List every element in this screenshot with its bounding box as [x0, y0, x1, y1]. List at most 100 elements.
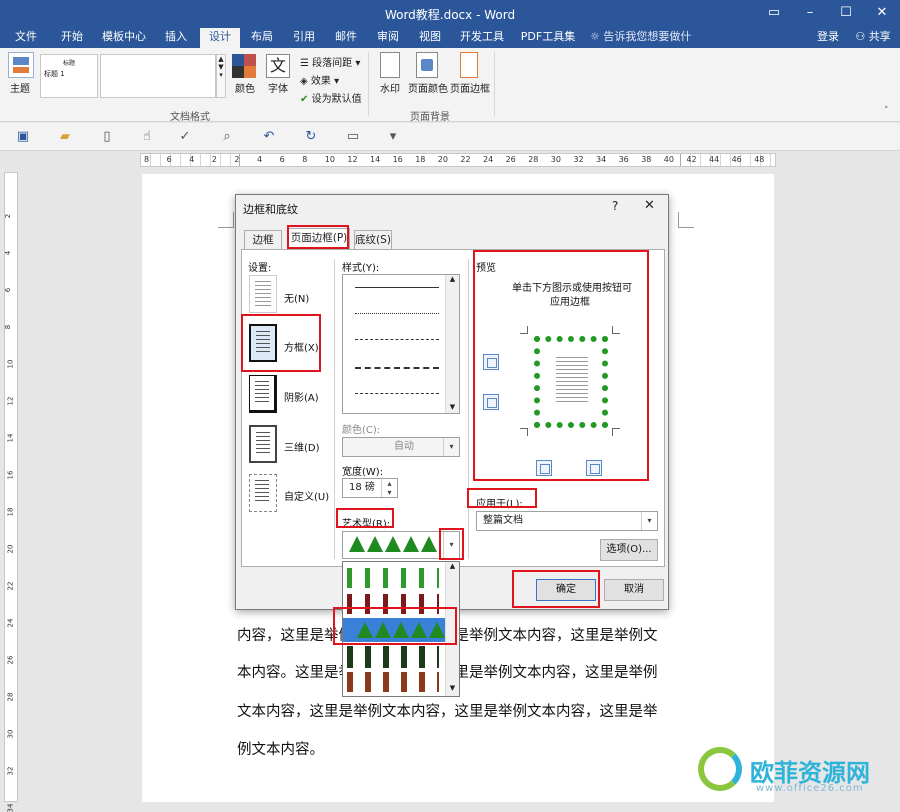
setting-none-label[interactable]: 无(N) — [284, 290, 309, 305]
tab-file[interactable]: 文件 — [6, 28, 46, 48]
ruler-h-number: 20 — [437, 155, 448, 164]
doc-line-4[interactable]: 例文本内容。 — [237, 738, 324, 759]
tab-layout[interactable]: 布局 — [244, 28, 280, 48]
share-label: 共享 — [868, 30, 891, 43]
ruler-h-number: 42 — [686, 155, 697, 164]
dialog-close-button[interactable]: ✕ — [644, 198, 655, 213]
ruler-h-number: 18 — [415, 155, 426, 164]
ruler-h-number: 10 — [324, 155, 335, 164]
art-option-carrots[interactable] — [347, 672, 439, 692]
art-option-frogs[interactable] — [347, 568, 439, 588]
setting-custom-icon[interactable] — [249, 474, 277, 512]
colors-icon[interactable] — [232, 54, 256, 78]
touch-mode-icon[interactable]: ☝ — [138, 128, 156, 146]
print-preview-icon[interactable]: ⌕ — [218, 128, 236, 146]
style-scrollbar[interactable]: ▲ ▼ — [445, 275, 459, 413]
help-button[interactable]: ? — [612, 199, 618, 213]
save-icon[interactable]: ▣ — [14, 128, 32, 146]
tab-design[interactable]: 设计 — [200, 28, 240, 48]
effects-icon: ◈ — [300, 76, 308, 87]
style-list[interactable]: ▲ ▼ — [342, 274, 460, 414]
customize-qat-icon[interactable]: ▾ — [384, 128, 402, 146]
art-option-pines[interactable] — [347, 646, 439, 668]
style-gallery[interactable] — [100, 54, 216, 98]
tab-view[interactable]: 视图 — [412, 28, 448, 48]
colors-label[interactable]: 颜色 — [235, 80, 255, 95]
page-color-label[interactable]: 页面颜色 — [408, 80, 448, 95]
open-folder-icon[interactable]: ▰ — [56, 128, 74, 146]
options-button[interactable]: 选项(O)... — [600, 539, 658, 561]
watermark-label[interactable]: 水印 — [380, 80, 400, 95]
new-document-icon[interactable]: ▯ — [98, 128, 116, 146]
page-border-icon[interactable] — [460, 52, 478, 78]
theme-label[interactable]: 主题 — [10, 80, 30, 95]
fonts-label[interactable]: 字体 — [268, 80, 288, 95]
color-select[interactable]: 自动 ▾ — [342, 437, 460, 457]
ruler-h-number: 16 — [392, 155, 403, 164]
width-stepper[interactable]: 18 磅 ▴ ▾ — [342, 478, 398, 498]
undo-icon[interactable]: ↶ — [260, 128, 278, 146]
tab-pdf-tools[interactable]: PDF工具集 — [518, 28, 578, 48]
tab-mailings[interactable]: 邮件 — [328, 28, 364, 48]
cancel-button[interactable]: 取消 — [604, 579, 664, 601]
paragraph-spacing-button[interactable]: ☰ 段落间距 ▾ — [300, 54, 360, 69]
tab-template-center[interactable]: 模板中心 — [96, 28, 152, 48]
tab-review[interactable]: 审阅 — [370, 28, 406, 48]
doc-line-3[interactable]: 文本内容，这里是举例文本内容，这里是举例文本内容，这里是举 — [237, 700, 658, 721]
highlight-art-label — [336, 508, 394, 528]
stepper-arrows-icon[interactable]: ▴ ▾ — [381, 479, 397, 497]
tab-shading[interactable]: 底纹(S) — [354, 230, 392, 250]
setting-shadow-label[interactable]: 阴影(A) — [284, 389, 319, 404]
apply-select[interactable]: 整篇文档 ▾ — [476, 511, 658, 531]
close-window-button[interactable]: ✕ — [864, 0, 900, 28]
highlight-art-arrow — [439, 528, 464, 560]
style-dashed-small[interactable] — [355, 339, 439, 340]
redo-icon[interactable]: ↻ — [302, 128, 320, 146]
maximize-button[interactable]: ☐ — [828, 0, 864, 28]
highlight-box-setting — [241, 314, 321, 372]
ruler-h-number: 28 — [528, 155, 539, 164]
setting-none-icon[interactable] — [249, 275, 277, 313]
highlight-preview — [473, 250, 649, 481]
ruler-v-number: 28 — [6, 692, 15, 702]
tell-me-box[interactable]: ☼ 告诉我您想要做什么... — [590, 28, 710, 61]
style-dash-dot[interactable] — [355, 393, 439, 394]
ruler-h-number: 4 — [257, 155, 263, 164]
set-default-button[interactable]: ✔ 设为默认值 — [300, 90, 362, 105]
ribbon-display-icon[interactable]: ▭ — [756, 0, 792, 28]
tab-home[interactable]: 开始 — [52, 28, 92, 48]
effects-button[interactable]: ◈ 效果 ▾ — [300, 72, 339, 87]
ruler-h-number: 8 — [144, 155, 150, 164]
setting-custom-label[interactable]: 自定义(U) — [284, 488, 329, 503]
style-dotted[interactable] — [355, 313, 439, 314]
page-color-icon[interactable] — [416, 52, 438, 78]
fonts-icon[interactable]: 文 — [266, 54, 290, 78]
ruler-v-number: 26 — [6, 655, 15, 665]
collapse-ribbon-icon[interactable]: ˄ — [884, 106, 889, 116]
watermark-url: www.office26.com — [756, 783, 864, 794]
style-solid[interactable] — [355, 287, 439, 288]
page-bg-group-label: 页面背景 — [410, 112, 450, 123]
style-dashed[interactable] — [355, 367, 439, 369]
theme-icon[interactable] — [8, 52, 34, 78]
setting-shadow-icon[interactable] — [249, 375, 277, 413]
gallery-scroll[interactable]: ▲ ▼ ▾ — [216, 54, 226, 98]
setting-3d-label[interactable]: 三维(D) — [284, 439, 320, 454]
share-button[interactable]: ⚇ 共享 — [848, 28, 898, 48]
ruler-h-number: 46 — [731, 155, 742, 164]
watermark-icon[interactable] — [380, 52, 400, 78]
spelling-icon[interactable]: ✓ — [176, 128, 194, 146]
screen-icon[interactable]: ▭ — [344, 128, 362, 146]
page-border-label[interactable]: 页面边框 — [450, 80, 490, 95]
column-divider-2 — [468, 259, 469, 559]
tab-developer[interactable]: 开发工具 — [456, 28, 508, 48]
style-gallery-item[interactable]: 标题 标题 1 — [40, 54, 98, 98]
tab-references[interactable]: 引用 — [286, 28, 322, 48]
signin-link[interactable]: 登录 — [810, 28, 846, 48]
ruler-h-number: 24 — [483, 155, 494, 164]
setting-3d-icon[interactable] — [249, 425, 277, 463]
style-heading-text: 标题 1 — [44, 70, 65, 78]
tab-borders[interactable]: 边框(B) — [244, 230, 282, 264]
minimize-button[interactable]: – — [792, 0, 828, 28]
tab-insert[interactable]: 插入 — [158, 28, 194, 48]
